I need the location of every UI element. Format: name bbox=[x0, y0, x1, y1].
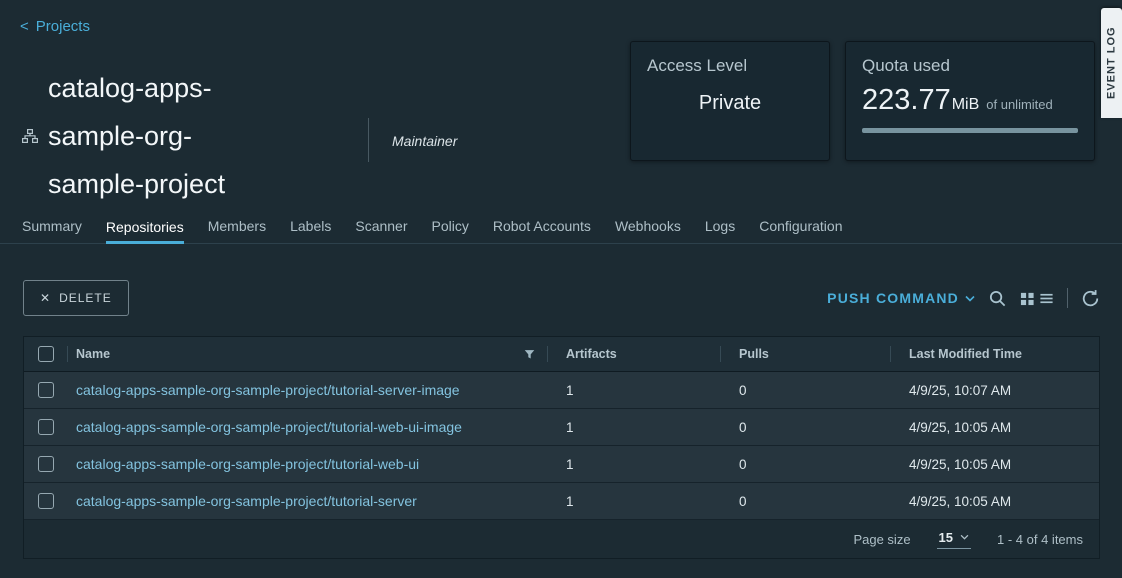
pulls-value: 0 bbox=[721, 372, 891, 408]
row-checkbox[interactable] bbox=[38, 456, 54, 472]
column-header-artifacts[interactable]: Artifacts bbox=[548, 337, 721, 371]
tab-repositories[interactable]: Repositories bbox=[106, 219, 184, 244]
search-icon[interactable] bbox=[988, 289, 1007, 308]
row-checkbox[interactable] bbox=[38, 493, 54, 509]
view-switcher bbox=[1020, 291, 1054, 306]
tab-configuration[interactable]: Configuration bbox=[759, 218, 842, 243]
card-view-icon[interactable] bbox=[1020, 291, 1035, 306]
project-hierarchy-icon bbox=[22, 129, 38, 148]
event-log-label: EVENT LOG bbox=[1106, 27, 1118, 100]
delete-button[interactable]: ✕ DELETE bbox=[23, 280, 129, 316]
access-level-value: Private bbox=[647, 92, 813, 115]
table-row[interactable]: catalog-apps-sample-org-sample-project/t… bbox=[24, 483, 1099, 520]
column-header-modified[interactable]: Last Modified Time bbox=[891, 337, 1099, 371]
toolbar-divider bbox=[1067, 288, 1068, 308]
column-header-pulls[interactable]: Pulls bbox=[721, 337, 891, 371]
repo-link[interactable]: catalog-apps-sample-org-sample-project/t… bbox=[76, 419, 462, 435]
quota-limit-label: of unlimited bbox=[986, 97, 1052, 112]
chevron-down-icon bbox=[965, 295, 975, 302]
push-command-button[interactable]: PUSH COMMAND bbox=[827, 290, 975, 306]
artifacts-value: 1 bbox=[548, 372, 721, 408]
pulls-value: 0 bbox=[721, 409, 891, 445]
tab-labels[interactable]: Labels bbox=[290, 218, 331, 243]
repo-link[interactable]: catalog-apps-sample-org-sample-project/t… bbox=[76, 493, 417, 509]
page-size-select[interactable]: 15 bbox=[937, 530, 971, 549]
row-checkbox[interactable] bbox=[38, 382, 54, 398]
page-size-value: 15 bbox=[939, 530, 953, 545]
pulls-value: 0 bbox=[721, 446, 891, 482]
modified-value: 4/9/25, 10:07 AM bbox=[891, 372, 1099, 408]
quota-value: 223.77 bbox=[862, 84, 951, 117]
access-level-title: Access Level bbox=[647, 56, 813, 76]
artifacts-value: 1 bbox=[548, 446, 721, 482]
refresh-icon[interactable] bbox=[1081, 289, 1100, 308]
role-divider bbox=[368, 118, 369, 162]
breadcrumb-projects-link[interactable]: Projects bbox=[36, 18, 90, 35]
artifacts-value: 1 bbox=[548, 409, 721, 445]
quota-line: 223.77 MiB of unlimited bbox=[862, 84, 1078, 117]
tab-scanner[interactable]: Scanner bbox=[355, 218, 407, 243]
chevron-left-icon: < bbox=[20, 18, 29, 35]
tab-robot-accounts[interactable]: Robot Accounts bbox=[493, 218, 591, 243]
repo-link[interactable]: catalog-apps-sample-org-sample-project/t… bbox=[76, 382, 460, 398]
modified-value: 4/9/25, 10:05 AM bbox=[891, 446, 1099, 482]
chevron-down-icon bbox=[960, 534, 969, 540]
close-icon: ✕ bbox=[40, 291, 51, 305]
table-row[interactable]: catalog-apps-sample-org-sample-project/t… bbox=[24, 446, 1099, 483]
row-checkbox[interactable] bbox=[38, 419, 54, 435]
page-title: catalog-apps-sample-org-sample-project bbox=[48, 64, 273, 208]
table-footer: Page size 15 1 - 4 of 4 items bbox=[24, 520, 1099, 558]
tab-summary[interactable]: Summary bbox=[22, 218, 82, 243]
repo-link[interactable]: catalog-apps-sample-org-sample-project/t… bbox=[76, 456, 419, 472]
items-range-label: 1 - 4 of 4 items bbox=[997, 532, 1083, 547]
tab-logs[interactable]: Logs bbox=[705, 218, 735, 243]
access-level-card: Access Level Private bbox=[630, 41, 830, 161]
quota-progress-bar bbox=[862, 128, 1078, 133]
project-detail-page: < Projects catalog-apps-sample-org-sampl… bbox=[0, 0, 1122, 578]
list-view-icon[interactable] bbox=[1039, 291, 1054, 306]
filter-icon[interactable] bbox=[524, 349, 535, 360]
event-log-tab[interactable]: EVENT LOG bbox=[1101, 8, 1122, 118]
table-header-row: Name Artifacts Pulls Last Modified Time bbox=[24, 337, 1099, 372]
tab-policy[interactable]: Policy bbox=[432, 218, 469, 243]
project-tabs: Summary Repositories Members Labels Scan… bbox=[0, 213, 1122, 244]
quota-unit: MiB bbox=[952, 96, 980, 114]
modified-value: 4/9/25, 10:05 AM bbox=[891, 409, 1099, 445]
select-all-checkbox[interactable] bbox=[38, 346, 54, 362]
delete-button-label: DELETE bbox=[59, 291, 112, 305]
repositories-table: Name Artifacts Pulls Last Modified Time … bbox=[23, 336, 1100, 559]
page-size-label: Page size bbox=[853, 532, 910, 547]
pulls-value: 0 bbox=[721, 483, 891, 519]
tab-webhooks[interactable]: Webhooks bbox=[615, 218, 681, 243]
push-command-label: PUSH COMMAND bbox=[827, 290, 959, 306]
modified-value: 4/9/25, 10:05 AM bbox=[891, 483, 1099, 519]
breadcrumb[interactable]: < Projects bbox=[20, 18, 90, 35]
grid-toolbar: PUSH COMMAND bbox=[827, 280, 1100, 316]
quota-card: Quota used 223.77 MiB of unlimited bbox=[845, 41, 1095, 161]
table-row[interactable]: catalog-apps-sample-org-sample-project/t… bbox=[24, 372, 1099, 409]
tab-members[interactable]: Members bbox=[208, 218, 266, 243]
member-role-label: Maintainer bbox=[392, 133, 457, 149]
artifacts-value: 1 bbox=[548, 483, 721, 519]
quota-title: Quota used bbox=[862, 56, 1078, 76]
column-header-name[interactable]: Name bbox=[76, 347, 110, 361]
table-row[interactable]: catalog-apps-sample-org-sample-project/t… bbox=[24, 409, 1099, 446]
